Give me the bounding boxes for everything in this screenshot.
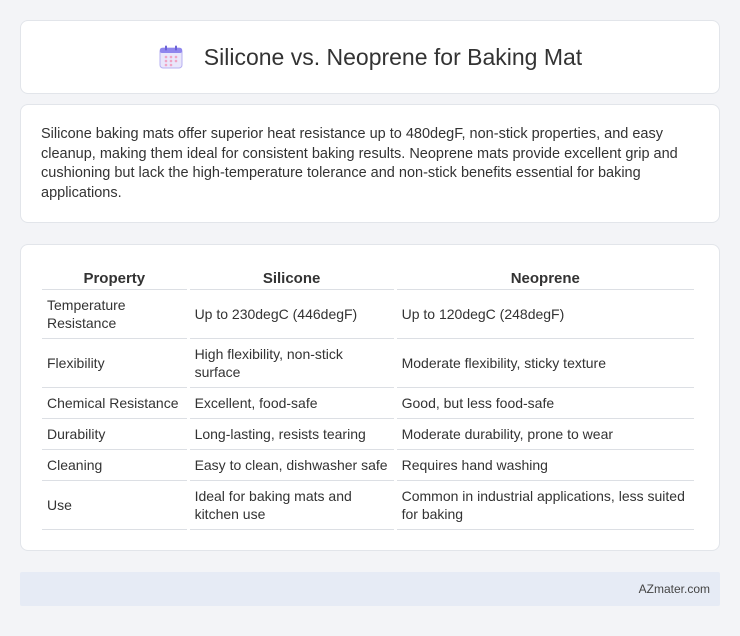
table-cell: Long-lasting, resists tearing (189, 419, 394, 450)
table-cell: High flexibility, non-stick surface (189, 339, 394, 388)
table-cell: Excellent, food-safe (189, 388, 394, 419)
intro-card: Silicone baking mats offer superior heat… (20, 104, 720, 223)
table-cell: Temperature Resistance (42, 290, 187, 339)
table-cell: Moderate durability, prone to wear (396, 419, 694, 450)
table-row: Temperature Resistance Up to 230degC (44… (42, 290, 694, 339)
column-header-neoprene: Neoprene (396, 263, 694, 290)
table-header-row: Property Silicone Neoprene (42, 263, 694, 290)
title-wrap: Silicone vs. Neoprene for Baking Mat (158, 44, 582, 71)
table-cell: Use (42, 481, 187, 530)
table-cell: Flexibility (42, 339, 187, 388)
calendar-icon (158, 44, 184, 70)
table-cell: Up to 120degC (248degF) (396, 290, 694, 339)
page-title: Silicone vs. Neoprene for Baking Mat (203, 43, 583, 70)
column-header-property: Property (42, 263, 187, 290)
table-cell: Durability (42, 419, 187, 450)
table-cell: Good, but less food-safe (396, 388, 694, 419)
table-cell: Chemical Resistance (42, 388, 187, 419)
table-row: Flexibility High flexibility, non-stick … (42, 339, 694, 388)
comparison-table: Property Silicone Neoprene Temperature R… (39, 263, 697, 530)
comparison-table-card: Property Silicone Neoprene Temperature R… (20, 244, 720, 551)
table-row: Durability Long-lasting, resists tearing… (42, 419, 694, 450)
table-cell: Up to 230degC (446degF) (189, 290, 394, 339)
table-cell: Cleaning (42, 450, 187, 481)
table-row: Cleaning Easy to clean, dishwasher safe … (42, 450, 694, 481)
table-cell: Moderate flexibility, sticky texture (396, 339, 694, 388)
table-cell: Ideal for baking mats and kitchen use (189, 481, 394, 530)
footer-site-link[interactable]: AZmater.com (639, 582, 710, 596)
column-header-silicone: Silicone (189, 263, 394, 290)
footer: AZmater.com (20, 572, 720, 606)
table-row: Chemical Resistance Excellent, food-safe… (42, 388, 694, 419)
table-cell: Common in industrial applications, less … (396, 481, 694, 530)
table-row: Use Ideal for baking mats and kitchen us… (42, 481, 694, 530)
table-cell: Easy to clean, dishwasher safe (189, 450, 394, 481)
title-card: Silicone vs. Neoprene for Baking Mat (20, 20, 720, 94)
intro-paragraph: Silicone baking mats offer superior heat… (41, 126, 678, 201)
table-cell: Requires hand washing (396, 450, 694, 481)
